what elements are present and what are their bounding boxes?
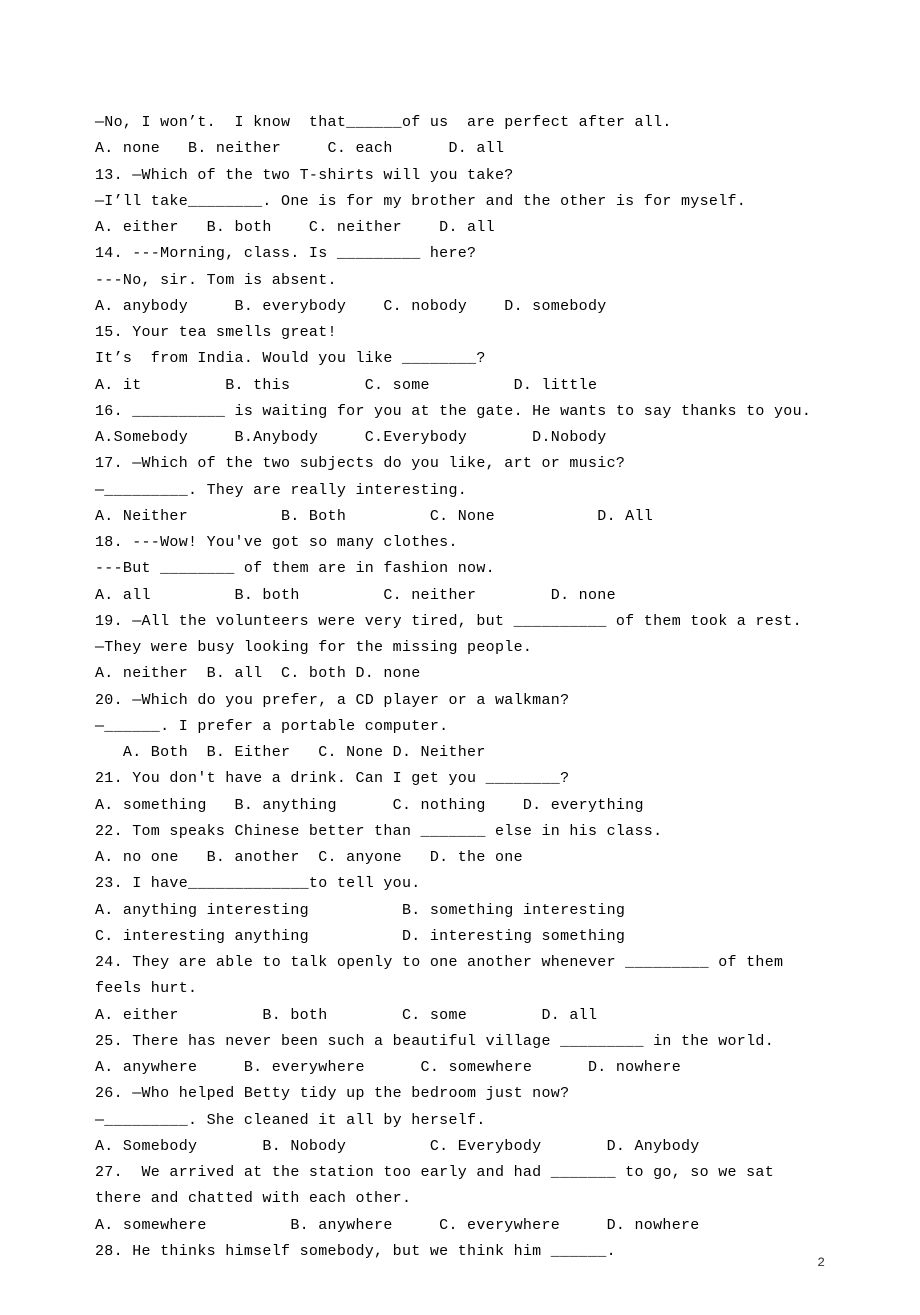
text-line: 23. I have_____________to tell you.	[95, 871, 825, 897]
page-number: 2	[817, 1252, 825, 1275]
text-line: 19. —All the volunteers were very tired,…	[95, 609, 825, 635]
text-line: 20. —Which do you prefer, a CD player or…	[95, 688, 825, 714]
text-line: A. Both B. Either C. None D. Neither	[95, 740, 825, 766]
text-line: A. Neither B. Both C. None D. All	[95, 504, 825, 530]
document-page: —No, I won’t. I know that______of us are…	[0, 0, 920, 1315]
text-line: —I’ll take________. One is for my brothe…	[95, 189, 825, 215]
text-line: 13. —Which of the two T-shirts will you …	[95, 163, 825, 189]
text-line: 17. —Which of the two subjects do you li…	[95, 451, 825, 477]
text-line: —______. I prefer a portable computer.	[95, 714, 825, 740]
text-line: A.Somebody B.Anybody C.Everybody D.Nobod…	[95, 425, 825, 451]
text-line: It’s from India. Would you like ________…	[95, 346, 825, 372]
text-line: A. anybody B. everybody C. nobody D. som…	[95, 294, 825, 320]
text-line: ---No, sir. Tom is absent.	[95, 268, 825, 294]
text-line: A. no one B. another C. anyone D. the on…	[95, 845, 825, 871]
text-line: —_________. She cleaned it all by hersel…	[95, 1108, 825, 1134]
text-line: A. anything interesting B. something int…	[95, 898, 825, 924]
text-line: A. it B. this C. some D. little	[95, 373, 825, 399]
text-line: 16. __________ is waiting for you at the…	[95, 399, 825, 425]
text-line: A. something B. anything C. nothing D. e…	[95, 793, 825, 819]
text-line: —No, I won’t. I know that______of us are…	[95, 110, 825, 136]
text-line: A. all B. both C. neither D. none	[95, 583, 825, 609]
text-line: ---But ________ of them are in fashion n…	[95, 556, 825, 582]
text-line: A. somewhere B. anywhere C. everywhere D…	[95, 1213, 825, 1239]
document-content: —No, I won’t. I know that______of us are…	[95, 110, 825, 1265]
text-line: 22. Tom speaks Chinese better than _____…	[95, 819, 825, 845]
text-line: 18. ---Wow! You've got so many clothes.	[95, 530, 825, 556]
text-line: A. none B. neither C. each D. all	[95, 136, 825, 162]
text-line: C. interesting anything D. interesting s…	[95, 924, 825, 950]
text-line: —They were busy looking for the missing …	[95, 635, 825, 661]
text-line: A. either B. both C. neither D. all	[95, 215, 825, 241]
text-line: A. Somebody B. Nobody C. Everybody D. An…	[95, 1134, 825, 1160]
text-line: A. anywhere B. everywhere C. somewhere D…	[95, 1055, 825, 1081]
text-line: 26. —Who helped Betty tidy up the bedroo…	[95, 1081, 825, 1107]
text-line: 28. He thinks himself somebody, but we t…	[95, 1239, 825, 1265]
text-line: —_________. They are really interesting.	[95, 478, 825, 504]
text-line: A. either B. both C. some D. all	[95, 1003, 825, 1029]
text-line: 27. We arrived at the station too early …	[95, 1160, 825, 1213]
text-line: 24. They are able to talk openly to one …	[95, 950, 825, 1003]
text-line: A. neither B. all C. both D. none	[95, 661, 825, 687]
text-line: 21. You don't have a drink. Can I get yo…	[95, 766, 825, 792]
text-line: 15. Your tea smells great!	[95, 320, 825, 346]
text-line: 25. There has never been such a beautifu…	[95, 1029, 825, 1055]
text-line: 14. ---Morning, class. Is _________ here…	[95, 241, 825, 267]
